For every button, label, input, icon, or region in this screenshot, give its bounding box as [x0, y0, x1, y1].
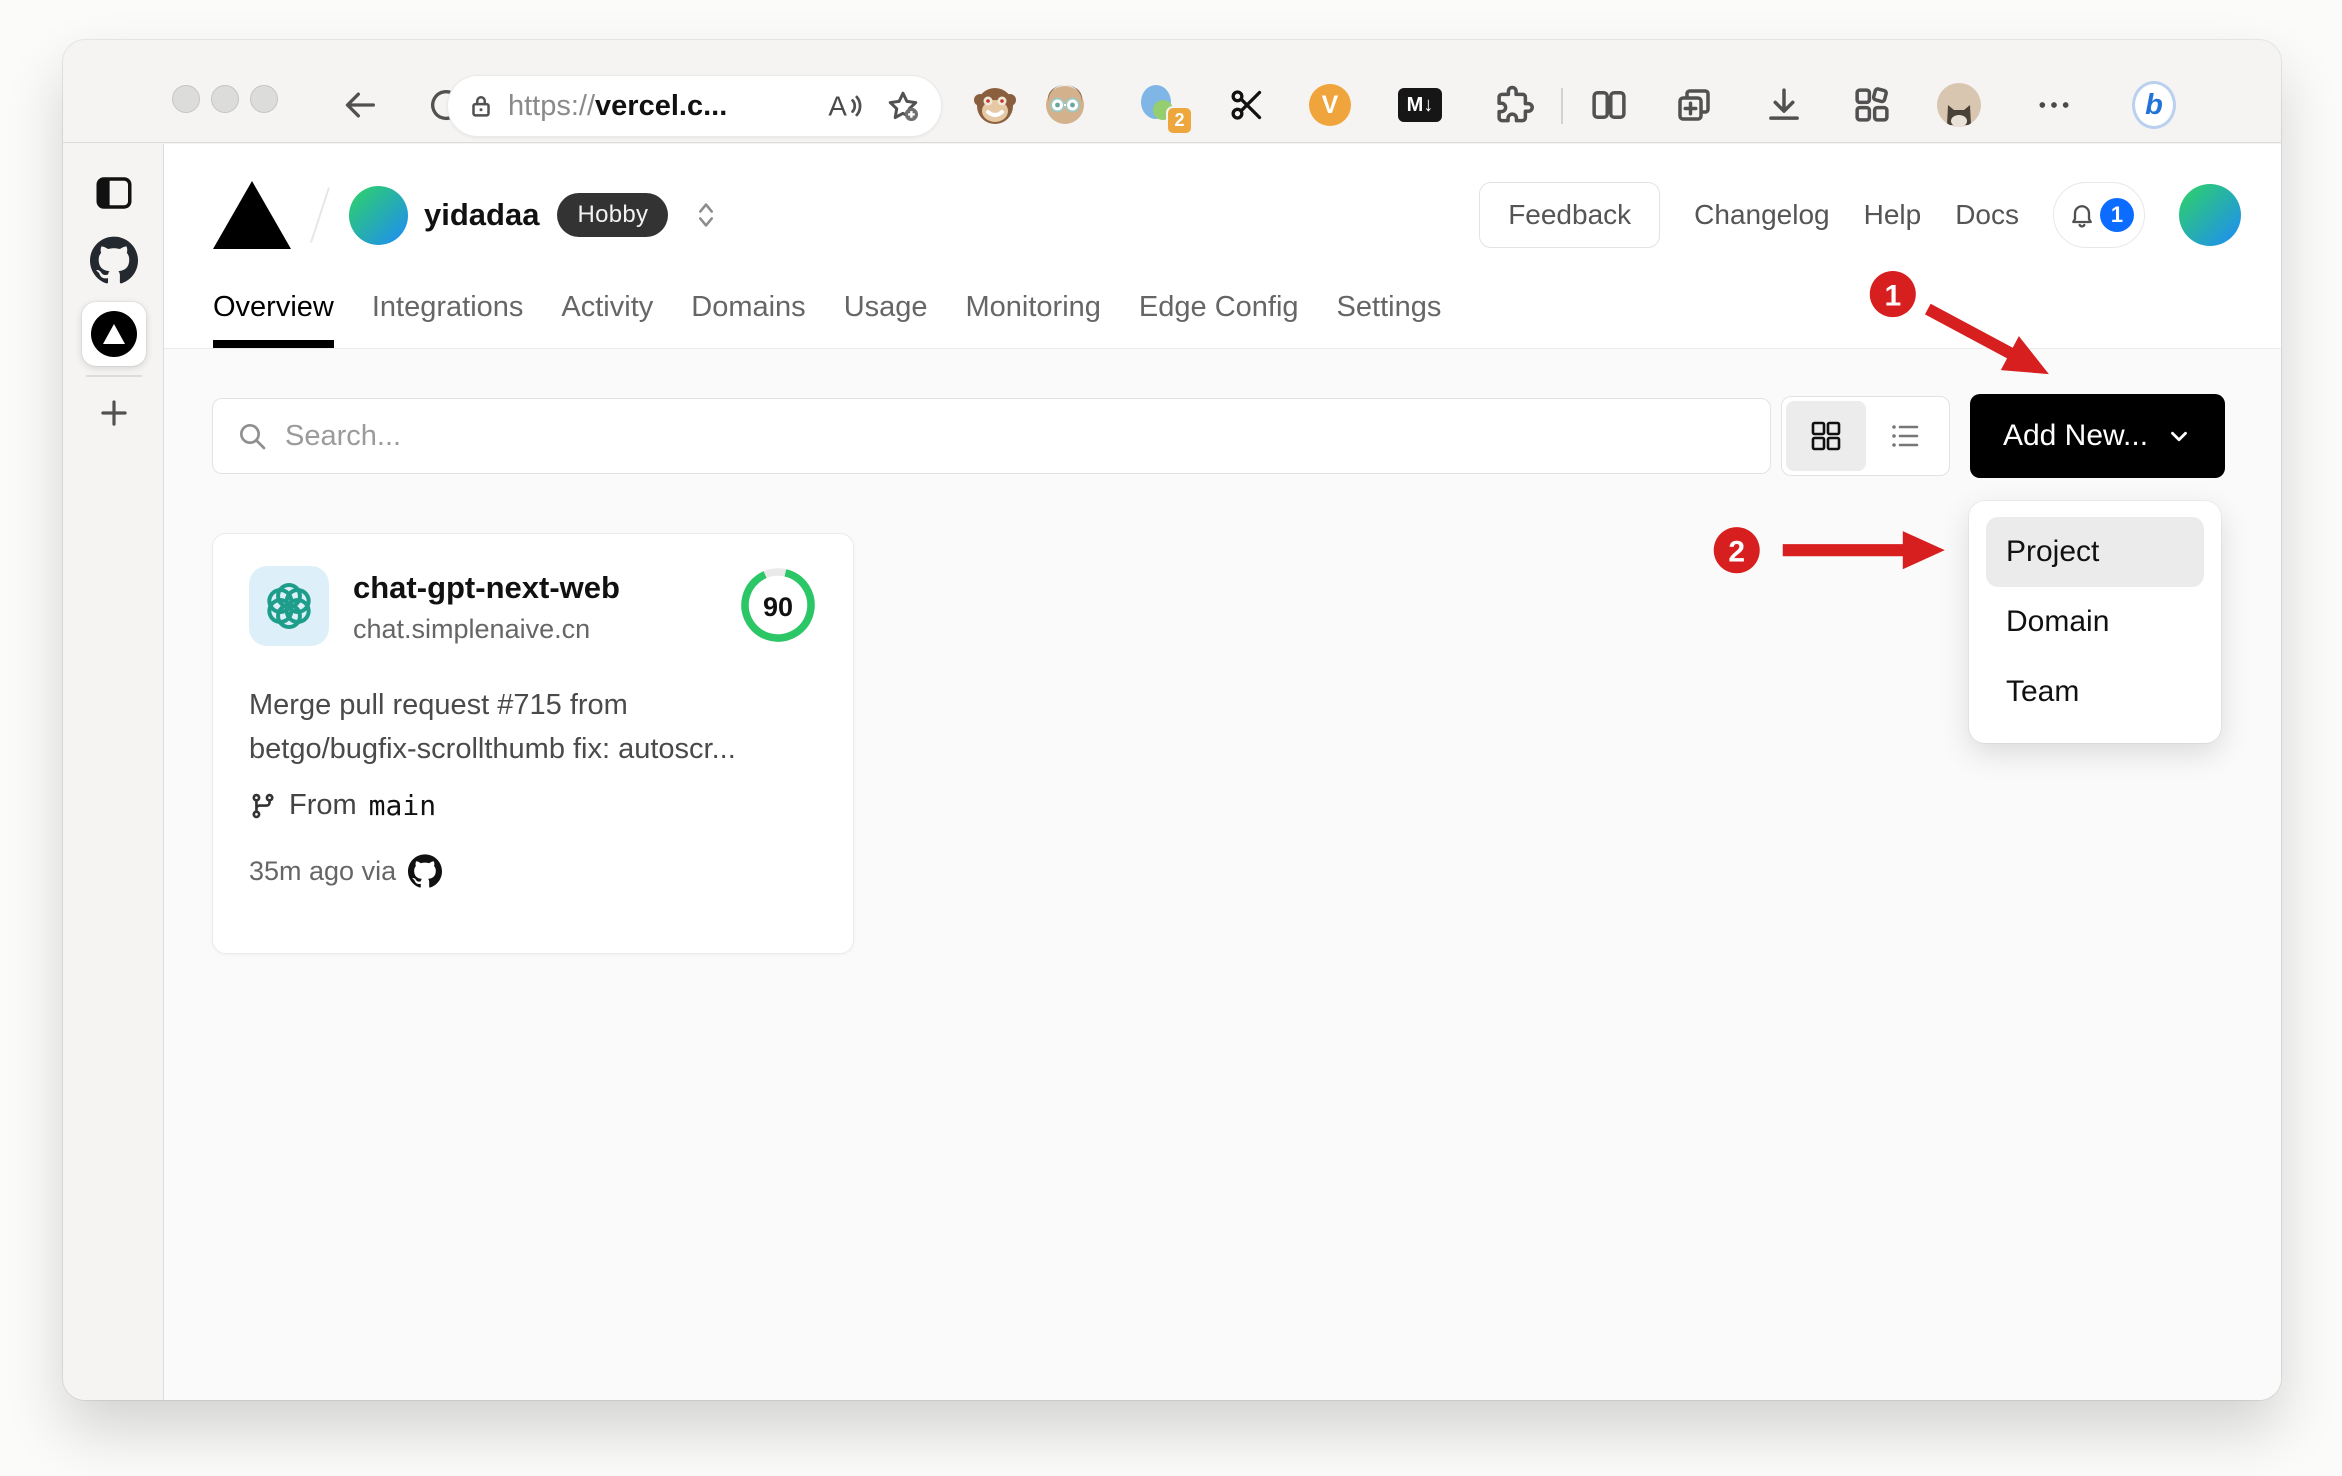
tab-overview[interactable]: Overview [213, 291, 334, 348]
vercel-logo[interactable] [213, 181, 291, 249]
overview-content: Add New... [164, 349, 2281, 1400]
tab-edge-config[interactable]: Edge Config [1139, 291, 1299, 348]
more-menu-icon[interactable] [2032, 83, 2076, 127]
vercel-icon [91, 311, 137, 357]
lock-icon [472, 96, 490, 117]
list-view-button[interactable] [1866, 401, 1946, 471]
list-icon [1892, 425, 1919, 447]
read-aloud-icon[interactable]: A [827, 89, 863, 123]
add-new-button[interactable]: Add New... [1970, 394, 2225, 478]
translate-badge: 2 [1166, 106, 1193, 135]
search-icon [240, 424, 266, 450]
address-bar[interactable]: https://vercel.c... A [447, 75, 942, 137]
project-domain[interactable]: chat.simplenaive.cn [353, 614, 620, 645]
tab-integrations[interactable]: Integrations [372, 291, 524, 348]
browser-window: https://vercel.c... A 2 V M↓ b yidadaa H… [63, 40, 2281, 1400]
rail-divider [86, 375, 142, 377]
toggle-sidebar-icon[interactable] [63, 172, 164, 214]
extension-scissors-icon[interactable] [1225, 83, 1269, 127]
extension-tampermonkey-icon[interactable] [973, 83, 1017, 127]
grid-icon [1811, 421, 1841, 451]
add-new-dropdown: Project Domain Team [1969, 501, 2221, 743]
tab-settings[interactable]: Settings [1337, 291, 1442, 348]
browser-toolbar: https://vercel.c... A 2 V M↓ b [63, 40, 2281, 143]
menu-item-team[interactable]: Team [1986, 657, 2204, 727]
tab-activity[interactable]: Activity [561, 291, 653, 348]
nav-docs[interactable]: Docs [1955, 199, 2019, 231]
extension-translate-icon[interactable]: 2 [1137, 83, 1193, 135]
dashboard-tabs: Overview Integrations Activity Domains U… [213, 291, 1441, 348]
profile-avatar[interactable] [1937, 83, 1981, 127]
from-label: From [289, 789, 357, 821]
nav-help[interactable]: Help [1864, 199, 1922, 231]
chevron-down-icon [2171, 431, 2187, 442]
score-ring[interactable]: 90 [739, 566, 817, 649]
search-input[interactable] [212, 398, 1771, 474]
nav-changelog[interactable]: Changelog [1694, 199, 1829, 231]
bell-icon [2072, 205, 2092, 228]
apps-icon[interactable] [1850, 83, 1894, 127]
downloads-icon[interactable] [1762, 83, 1806, 127]
git-branch-icon [252, 793, 274, 818]
window-close-button[interactable] [172, 85, 200, 113]
notifications-button[interactable]: 1 [2053, 182, 2145, 248]
collections-icon[interactable] [1672, 83, 1716, 127]
split-screen-icon[interactable] [1587, 83, 1631, 127]
extension-markdown-icon[interactable]: M↓ [1398, 83, 1442, 127]
back-button[interactable] [335, 80, 385, 130]
team-name[interactable]: yidadaa [424, 197, 539, 233]
tab-usage[interactable]: Usage [844, 291, 928, 348]
team-avatar[interactable] [349, 185, 408, 245]
plan-badge: Hobby [557, 193, 669, 237]
window-minimize-button[interactable] [211, 85, 239, 113]
openai-logo-icon [249, 566, 329, 646]
project-name[interactable]: chat-gpt-next-web [353, 566, 620, 606]
svg-text:A: A [828, 91, 847, 122]
tab-monitoring[interactable]: Monitoring [966, 291, 1101, 348]
feedback-button[interactable]: Feedback [1479, 182, 1661, 248]
commit-message[interactable]: Merge pull request #715 from betgo/bugfi… [249, 683, 794, 771]
tab-domains[interactable]: Domains [691, 291, 805, 348]
team-switcher-icon[interactable] [692, 200, 720, 230]
menu-item-project[interactable]: Project [1986, 517, 2204, 587]
extension-avatar-icon[interactable] [1043, 83, 1087, 127]
site-header: yidadaa Hobby Feedback Changelog Help Do… [164, 144, 2281, 349]
rail-add-icon[interactable] [63, 394, 164, 432]
url-text: https://vercel.c... [508, 89, 728, 122]
extension-v-icon[interactable]: V [1308, 83, 1352, 127]
github-icon [408, 854, 443, 888]
browser-side-rail [63, 144, 164, 1400]
vercel-pinned-site-button[interactable] [82, 302, 146, 366]
favorites-star-icon[interactable] [885, 88, 921, 124]
branch-name[interactable]: main [369, 789, 436, 822]
toolbar-divider [1561, 88, 1563, 124]
user-avatar[interactable] [2179, 184, 2241, 246]
github-pinned-site-icon[interactable] [63, 236, 164, 284]
bing-chat-icon[interactable]: b [2132, 81, 2176, 129]
vercel-dashboard-page: yidadaa Hobby Feedback Changelog Help Do… [164, 144, 2281, 1400]
grid-view-button[interactable] [1786, 401, 1866, 471]
menu-item-domain[interactable]: Domain [1986, 587, 2204, 657]
breadcrumb-slash [310, 187, 330, 243]
window-zoom-button[interactable] [250, 85, 278, 113]
score-value: 90 [763, 592, 793, 622]
extensions-puzzle-icon[interactable] [1492, 83, 1536, 127]
project-card[interactable]: chat-gpt-next-web chat.simplenaive.cn 90… [212, 533, 854, 954]
notification-count: 1 [2100, 198, 2134, 232]
view-toggle [1781, 396, 1950, 476]
deploy-time: 35m ago via [249, 855, 397, 886]
